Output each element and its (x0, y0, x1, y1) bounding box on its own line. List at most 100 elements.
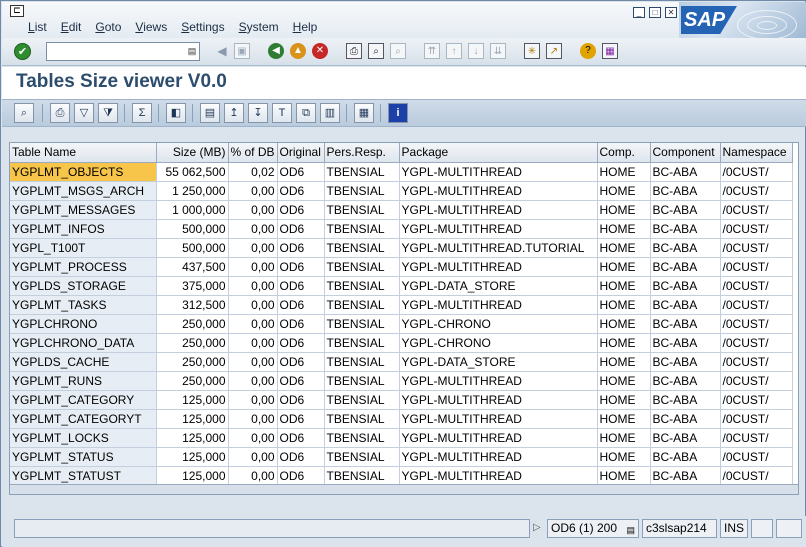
cell-component[interactable]: BC-ABA (650, 238, 721, 258)
cell-pers-resp[interactable]: TBENSIAL (324, 257, 400, 277)
cell-package[interactable]: YGPL-MULTITHREAD (399, 257, 598, 277)
table-row[interactable]: YGPLMT_TASKS 312,500 0,00 OD6 TBENSIAL YGPL-M… (10, 295, 793, 315)
cell-package[interactable]: YGPL-MULTITHREAD.TUTORIAL (399, 238, 598, 258)
set-filter-icon[interactable]: ⧩ (98, 103, 118, 123)
cell-size[interactable]: 500,000 (156, 219, 229, 239)
cell-percent-of-db[interactable]: 0,00 (228, 276, 278, 296)
sort-descending-icon[interactable]: ↧ (248, 103, 268, 123)
cell-table-name[interactable]: YGPLMT_TASKS (10, 295, 157, 315)
cell-table-name[interactable]: YGPLMT_INFOS (10, 219, 157, 239)
cell-package[interactable]: YGPL-MULTITHREAD (399, 447, 598, 467)
cell-pers-resp[interactable]: TBENSIAL (324, 409, 400, 429)
cell-table-name[interactable]: YGPLMT_CATEGORYT (10, 409, 157, 429)
change-layout-icon[interactable]: ▦ (354, 103, 374, 123)
cell-size[interactable]: 125,000 (156, 409, 229, 429)
cell-component[interactable]: BC-ABA (650, 162, 721, 182)
cell-component[interactable]: BC-ABA (650, 371, 721, 391)
column-header-pers-resp[interactable]: Pers.Resp. (324, 143, 400, 163)
cell-size[interactable]: 250,000 (156, 333, 229, 353)
cell-pers-resp[interactable]: TBENSIAL (324, 238, 400, 258)
command-field[interactable]: ▤ (46, 42, 200, 61)
cancel-icon[interactable]: ✕ (312, 43, 328, 59)
cell-package[interactable]: YGPL-CHRONO (399, 314, 598, 334)
cell-comp[interactable]: HOME (597, 257, 651, 277)
cell-size[interactable]: 55 062,500 (156, 162, 229, 182)
cell-comp[interactable]: HOME (597, 352, 651, 372)
layout-menu-icon[interactable]: ▦ (602, 43, 618, 59)
table-row[interactable]: YGPLCHRONO 250,000 0,00 OD6 TBENSIAL YGPL-CHR… (10, 314, 793, 334)
cell-comp[interactable]: HOME (597, 276, 651, 296)
cell-package[interactable]: YGPL-MULTITHREAD (399, 200, 598, 220)
cell-pers-resp[interactable]: TBENSIAL (324, 333, 400, 353)
first-page-icon[interactable]: ⇈ (424, 43, 440, 59)
cell-comp[interactable]: HOME (597, 390, 651, 410)
cell-pers-resp[interactable]: TBENSIAL (324, 200, 400, 220)
cell-comp[interactable]: HOME (597, 371, 651, 391)
views-icon[interactable]: ◧ (166, 103, 186, 123)
column-header-namespace[interactable]: Namespace (720, 143, 793, 163)
cell-size[interactable]: 500,000 (156, 238, 229, 258)
cell-package[interactable]: YGPL-MULTITHREAD (399, 466, 598, 486)
information-icon[interactable]: i (388, 103, 408, 123)
cell-package[interactable]: YGPL-MULTITHREAD (399, 162, 598, 182)
cell-original[interactable]: OD6 (277, 257, 325, 277)
cell-pers-resp[interactable]: TBENSIAL (324, 162, 400, 182)
cell-original[interactable]: OD6 (277, 295, 325, 315)
cell-comp[interactable]: HOME (597, 333, 651, 353)
system-info-dropdown-icon[interactable]: ▤ (626, 522, 635, 539)
cell-table-name[interactable]: YGPLMT_LOCKS (10, 428, 157, 448)
cell-namespace[interactable]: /0CUST/ (720, 257, 793, 277)
table-row[interactable]: YGPL_T100T 500,000 0,00 OD6 TBENSIAL YGPL-MUL… (10, 238, 793, 258)
print-icon[interactable]: ⎙ (346, 43, 362, 59)
cell-size[interactable]: 1 250,000 (156, 181, 229, 201)
cell-namespace[interactable]: /0CUST/ (720, 295, 793, 315)
cell-package[interactable]: YGPL-MULTITHREAD (399, 295, 598, 315)
cell-size[interactable]: 125,000 (156, 428, 229, 448)
table-row[interactable]: YGPLMT_INFOS 500,000 0,00 OD6 TBENSIAL YGPL-M… (10, 219, 793, 239)
sort-ascending-icon[interactable]: ↥ (224, 103, 244, 123)
cell-component[interactable]: BC-ABA (650, 200, 721, 220)
cell-component[interactable]: BC-ABA (650, 314, 721, 334)
cell-package[interactable]: YGPL-MULTITHREAD (399, 428, 598, 448)
cell-original[interactable]: OD6 (277, 200, 325, 220)
table-row[interactable]: YGPLMT_LOCKS 125,000 0,00 OD6 TBENSIAL YGPL-M… (10, 428, 793, 448)
cell-original[interactable]: OD6 (277, 181, 325, 201)
cell-namespace[interactable]: /0CUST/ (720, 390, 793, 410)
cell-percent-of-db[interactable]: 0,00 (228, 409, 278, 429)
cell-namespace[interactable]: /0CUST/ (720, 181, 793, 201)
cell-percent-of-db[interactable]: 0,00 (228, 181, 278, 201)
cell-percent-of-db[interactable]: 0,00 (228, 257, 278, 277)
back-icon[interactable]: ◀ (268, 43, 284, 59)
cell-size[interactable]: 1 000,000 (156, 200, 229, 220)
cell-original[interactable]: OD6 (277, 352, 325, 372)
cell-size[interactable]: 125,000 (156, 466, 229, 486)
next-page-icon[interactable]: ↓ (468, 43, 484, 59)
cell-component[interactable]: BC-ABA (650, 447, 721, 467)
local-file-icon[interactable]: ⧉ (296, 103, 316, 123)
cell-component[interactable]: BC-ABA (650, 390, 721, 410)
column-header-comp[interactable]: Comp. (597, 143, 651, 163)
cell-table-name[interactable]: YGPLMT_OBJECTS (10, 162, 157, 182)
cell-size[interactable]: 375,000 (156, 276, 229, 296)
cell-component[interactable]: BC-ABA (650, 276, 721, 296)
column-header-table-name[interactable]: Table Name (10, 143, 157, 163)
cell-table-name[interactable]: YGPLDS_CACHE (10, 352, 157, 372)
print-preview-icon[interactable]: ⎙ (50, 103, 70, 123)
filter-icon[interactable]: ▽ (74, 103, 94, 123)
shortcut-icon[interactable]: ↗ (546, 43, 562, 59)
cell-original[interactable]: OD6 (277, 409, 325, 429)
cell-pers-resp[interactable]: TBENSIAL (324, 314, 400, 334)
cell-original[interactable]: OD6 (277, 314, 325, 334)
cell-namespace[interactable]: /0CUST/ (720, 371, 793, 391)
cell-original[interactable]: OD6 (277, 333, 325, 353)
cell-original[interactable]: OD6 (277, 162, 325, 182)
close-icon[interactable]: ✕ (665, 7, 677, 18)
cell-namespace[interactable]: /0CUST/ (720, 162, 793, 182)
cell-package[interactable]: YGPL-MULTITHREAD (399, 219, 598, 239)
word-processing-icon[interactable]: T (272, 103, 292, 123)
menu-edit[interactable]: Edit (61, 20, 82, 34)
menu-goto[interactable]: Goto (95, 20, 121, 34)
cell-comp[interactable]: HOME (597, 162, 651, 182)
cell-percent-of-db[interactable]: 0,00 (228, 333, 278, 353)
cell-pers-resp[interactable]: TBENSIAL (324, 181, 400, 201)
